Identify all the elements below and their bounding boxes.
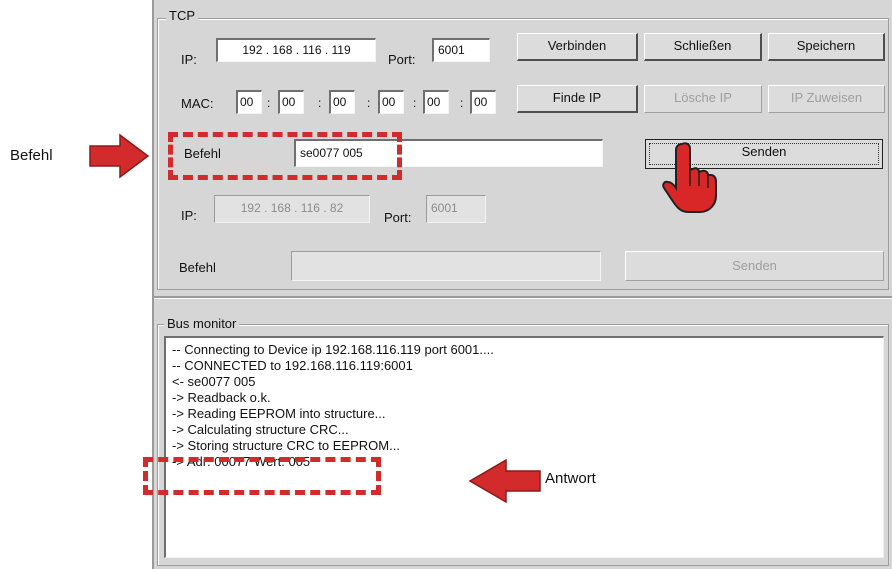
mac-sep: : <box>413 96 417 110</box>
mac-label: MAC: <box>181 96 214 111</box>
red-arrow-left-icon <box>468 458 541 504</box>
log-line: -> Storing structure CRC to EEPROM... <box>172 438 400 453</box>
log-line: -> Readback o.k. <box>172 390 271 405</box>
log-line: <- se0077 005 <box>172 374 256 389</box>
mac-field-4[interactable]: 00 <box>378 90 404 114</box>
mac-field-3[interactable]: 00 <box>329 90 355 114</box>
tcp-group-label: TCP <box>166 8 198 23</box>
befehl2-label: Befehl <box>179 260 216 275</box>
send2-button: Senden <box>625 251 884 281</box>
befehl-highlight <box>168 132 402 180</box>
log-line: -> Reading EEPROM into structure... <box>172 406 386 421</box>
log-line: -- Connecting to Device ip 192.168.116.1… <box>172 342 494 357</box>
befehl-callout-label: Befehl <box>10 147 53 164</box>
mac-sep: : <box>367 96 371 110</box>
port-field[interactable]: 6001 <box>432 38 490 62</box>
mac-sep: : <box>267 96 271 110</box>
ip-label: IP: <box>181 52 197 67</box>
connect-button[interactable]: Verbinden <box>517 33 638 61</box>
mac-field-5[interactable]: 00 <box>423 90 449 114</box>
divider <box>154 296 892 299</box>
hand-pointer-icon <box>662 142 717 213</box>
befehl2-field <box>291 251 601 281</box>
bus-monitor-log[interactable]: -- Connecting to Device ip 192.168.116.1… <box>164 336 884 558</box>
port2-label: Port: <box>384 210 412 225</box>
delete-ip-button[interactable]: Lösche IP <box>644 85 762 113</box>
ip2-label: IP: <box>181 208 197 223</box>
log-line: -> Calculating structure CRC... <box>172 422 349 437</box>
port-label: Port: <box>388 52 416 67</box>
ip2-field: 192 . 168 . 116 . 82 <box>214 195 370 223</box>
log-line: -- CONNECTED to 192.168.116.119:6001 <box>172 358 413 373</box>
mac-sep: : <box>460 96 464 110</box>
bus-monitor-label: Bus monitor <box>164 316 240 331</box>
antwort-highlight <box>143 457 381 495</box>
antwort-callout-label: Antwort <box>545 470 596 487</box>
mac-field-2[interactable]: 00 <box>278 90 304 114</box>
close-button[interactable]: Schließen <box>644 33 762 61</box>
assign-ip-button[interactable]: IP Zuweisen <box>768 85 885 113</box>
ip-field[interactable]: 192 . 168 . 116 . 119 <box>216 38 376 62</box>
mac-sep: : <box>318 96 322 110</box>
mac-field-6[interactable]: 00 <box>470 90 496 114</box>
save-button[interactable]: Speichern <box>768 33 885 61</box>
port2-field: 6001 <box>426 195 486 223</box>
find-ip-button[interactable]: Finde IP <box>517 85 638 113</box>
mac-field-1[interactable]: 00 <box>236 90 262 114</box>
red-arrow-right-icon <box>89 133 150 179</box>
